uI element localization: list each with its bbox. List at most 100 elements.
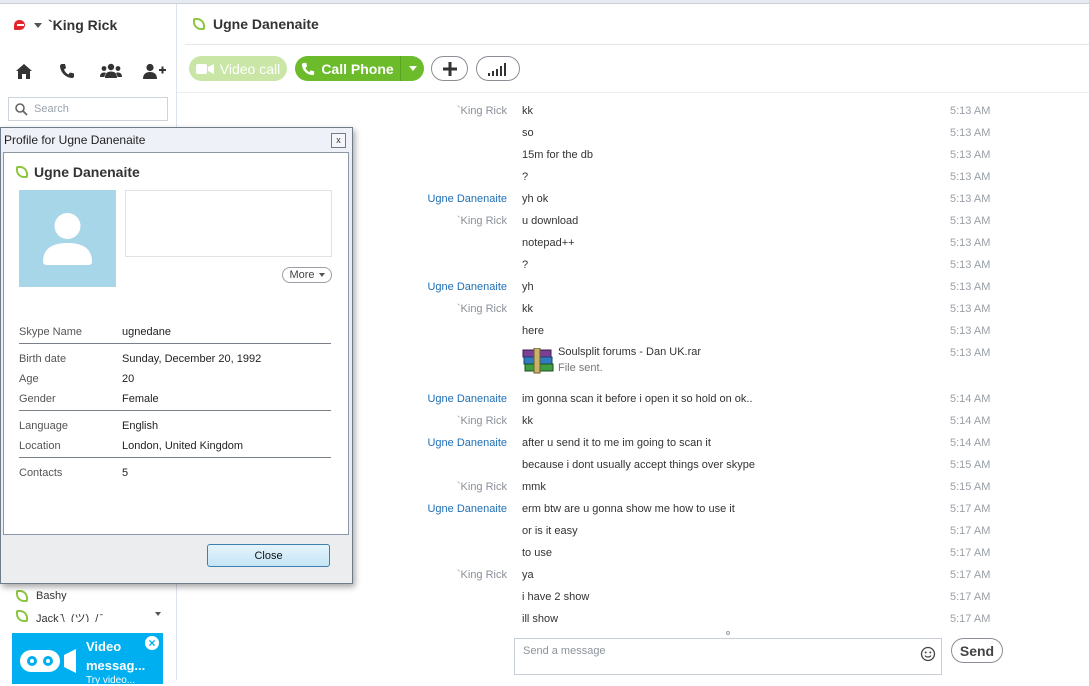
message-sender[interactable]: Ugne Danenaite [427, 193, 507, 205]
chevron-down-icon [318, 273, 325, 277]
contact-item[interactable]: Bashy [8, 586, 168, 606]
default-avatar-icon [43, 213, 92, 265]
message-sender[interactable]: Ugne Danenaite [427, 503, 507, 515]
profile-details: Skype Name ugnedane Birth date Sunday, Dece… [19, 323, 331, 484]
call-quality-button[interactable] [476, 56, 520, 81]
emoticon-icon[interactable] [920, 646, 936, 662]
profile-separator [19, 343, 331, 344]
avatar [19, 190, 116, 287]
message-time: 5:17 AM [950, 525, 991, 537]
profile-field-value: Female [122, 393, 159, 405]
chat-divider [177, 92, 1089, 93]
message-text: mmk [522, 481, 546, 493]
message-text: to use [522, 547, 552, 559]
video-call-button[interactable]: Video call [189, 56, 287, 81]
scroll-down-button[interactable] [150, 606, 166, 622]
dialog-title: Profile for Ugne Danenaite [4, 133, 146, 147]
profile-field-value: 20 [122, 373, 135, 385]
profile-field-row: Contacts 5 [19, 464, 331, 484]
message-sender[interactable]: Ugne Danenaite [427, 393, 507, 405]
more-button[interactable]: More [282, 267, 332, 283]
message-time: 5:17 AM [950, 613, 991, 625]
close-button[interactable]: Close [207, 544, 330, 567]
dialog-titlebar[interactable]: Profile for Ugne Danenaite x [1, 128, 352, 152]
file-name[interactable]: Soulsplit forums - Dan UK.rar [558, 346, 701, 358]
profile-header: Ugne Danenaite [16, 164, 140, 180]
contacts-icon[interactable] [99, 60, 123, 82]
profile-field-value: ugnedane [122, 326, 171, 338]
profile-field-value: 5 [122, 467, 129, 479]
message-sender[interactable]: Ugne Danenaite [427, 437, 507, 449]
message-text: yh [522, 281, 534, 293]
message-sender[interactable]: `King Rick [457, 481, 507, 493]
profile-field-label: Contacts [19, 467, 63, 479]
profile-field-label: Age [19, 373, 39, 385]
message-text: after u send it to me im going to scan i… [522, 437, 711, 449]
message-sender[interactable]: `King Rick [457, 303, 507, 315]
close-icon[interactable]: × [145, 636, 159, 650]
message-time: 5:14 AM [950, 437, 991, 449]
message-time: 5:17 AM [950, 591, 991, 603]
message-time: 5:17 AM [950, 547, 991, 559]
status-leaf-icon [193, 18, 205, 30]
contact-name: Jack ̄\_(ツ)_/ ̄ [36, 613, 102, 622]
message-row: ill show 5:17 AM [177, 608, 1089, 630]
profile-separator [19, 457, 331, 458]
message-text: u download [522, 215, 579, 227]
message-text: kk [522, 105, 533, 117]
message-time: 5:13 AM [950, 171, 991, 183]
mood-message-box [125, 190, 332, 257]
contact-item[interactable]: Jack ̄\_(ツ)_/ ̄ [8, 606, 168, 622]
message-sender[interactable]: `King Rick [457, 569, 507, 581]
message-time: 5:13 AM [950, 215, 991, 227]
message-sender[interactable]: Ugne Danenaite [427, 281, 507, 293]
message-sender[interactable]: `King Rick [457, 105, 507, 117]
message-text: kk [522, 415, 533, 427]
chevron-down-icon [408, 66, 417, 71]
message-time: 5:13 AM [950, 149, 991, 161]
more-label: More [289, 269, 315, 281]
home-icon[interactable] [12, 60, 36, 82]
message-sender[interactable]: `King Rick [457, 415, 507, 427]
rar-file-icon[interactable] [522, 348, 554, 374]
message-time: 5:15 AM [950, 481, 991, 493]
call-phone-button[interactable]: Call Phone [295, 56, 400, 81]
call-options-dropdown[interactable] [400, 56, 424, 81]
profile-name: Ugne Danenaite [34, 164, 140, 180]
phone-icon [302, 62, 315, 75]
contact-name: Bashy [36, 590, 67, 602]
message-time: 5:14 AM [950, 393, 991, 405]
message-input[interactable]: Send a message [514, 638, 942, 675]
status-leaf-icon [16, 166, 28, 178]
message-time: 5:15 AM [950, 459, 991, 471]
profile-field-label: Skype Name [19, 326, 82, 338]
profile-separator [19, 410, 331, 411]
add-contact-icon[interactable] [142, 60, 166, 82]
send-button[interactable]: Send [951, 638, 1003, 663]
typing-indicator [726, 631, 730, 635]
phone-icon[interactable] [55, 60, 79, 82]
file-status: File sent. [558, 362, 603, 374]
account-status-menu[interactable]: `King Rick [14, 16, 117, 34]
message-text: 15m for the db [522, 149, 593, 161]
message-time: 5:13 AM [950, 237, 991, 249]
message-time: 5:17 AM [950, 569, 991, 581]
message-text: erm btw are u gonna show me how to use i… [522, 503, 735, 515]
video-camera-icon [195, 63, 214, 74]
message-time: 5:13 AM [950, 127, 991, 139]
close-icon[interactable]: x [331, 133, 346, 148]
call-phone-label: Call Phone [321, 60, 394, 77]
profile-field-label: Gender [19, 393, 56, 405]
profile-field-value: Sunday, December 20, 1992 [122, 353, 262, 365]
search-input[interactable]: Search [8, 97, 168, 121]
status-leaf-icon [16, 610, 28, 622]
header-divider [185, 44, 1089, 45]
add-participant-button[interactable] [431, 56, 468, 81]
promo-subtitle: Try video... [86, 675, 136, 686]
video-message-promo[interactable]: Video messag... Try video... × [12, 633, 163, 686]
message-time: 5:17 AM [950, 503, 991, 515]
message-time: 5:13 AM [950, 105, 991, 117]
message-sender[interactable]: `King Rick [457, 215, 507, 227]
message-text: notepad++ [522, 237, 575, 249]
profile-field-row: Birth date Sunday, December 20, 1992 [19, 350, 331, 370]
